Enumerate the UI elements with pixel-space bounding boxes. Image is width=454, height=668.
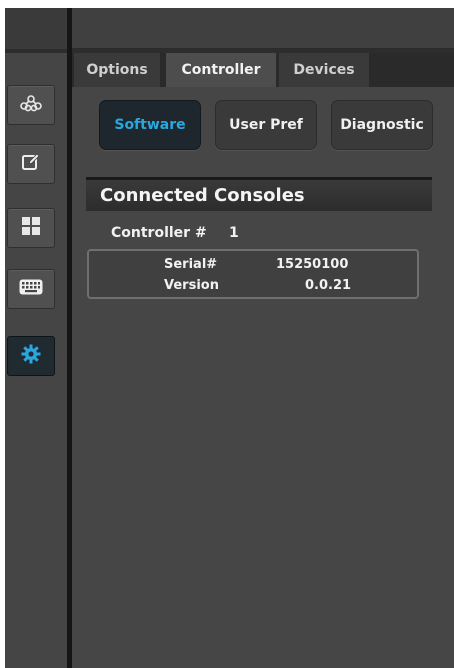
tab-label: Controller [181, 62, 261, 78]
tab-options[interactable]: Options [74, 53, 160, 87]
sidebar-divider [67, 8, 72, 668]
diagnostic-button[interactable]: Diagnostic [331, 100, 433, 150]
user-pref-button[interactable]: User Pref [215, 100, 317, 150]
controller-value: 1 [229, 225, 239, 241]
tab-controller[interactable]: Controller [166, 53, 276, 87]
version-label: Version [164, 278, 219, 293]
software-button[interactable]: Software [99, 100, 201, 150]
sidebar-item-layout[interactable] [7, 208, 55, 248]
tab-label: Devices [293, 62, 355, 78]
serial-value: 15250100 [276, 257, 349, 272]
sidebar-item-network[interactable] [7, 85, 55, 125]
edit-icon [21, 152, 41, 176]
sidebar-item-edit[interactable] [7, 144, 55, 184]
software-button-label: Software [114, 117, 186, 133]
section-title: Connected Consoles [100, 185, 305, 206]
network-icon [19, 94, 43, 116]
gear-icon [21, 344, 41, 368]
tab-devices[interactable]: Devices [279, 53, 369, 87]
top-bar-left [5, 8, 67, 49]
tab-label: Options [86, 62, 148, 78]
section-header: Connected Consoles [86, 177, 432, 211]
serial-label: Serial# [164, 257, 218, 272]
grid-icon [21, 216, 41, 240]
sidebar-item-settings[interactable] [7, 336, 55, 376]
version-value: 0.0.21 [305, 278, 352, 293]
controller-label: Controller # [111, 225, 207, 241]
top-bar [72, 8, 454, 49]
diagnostic-button-label: Diagnostic [340, 117, 424, 133]
keyboard-icon [19, 279, 43, 299]
console-info-box [87, 249, 419, 299]
sidebar-item-keyboard[interactable] [7, 269, 55, 309]
user-pref-button-label: User Pref [229, 117, 303, 133]
